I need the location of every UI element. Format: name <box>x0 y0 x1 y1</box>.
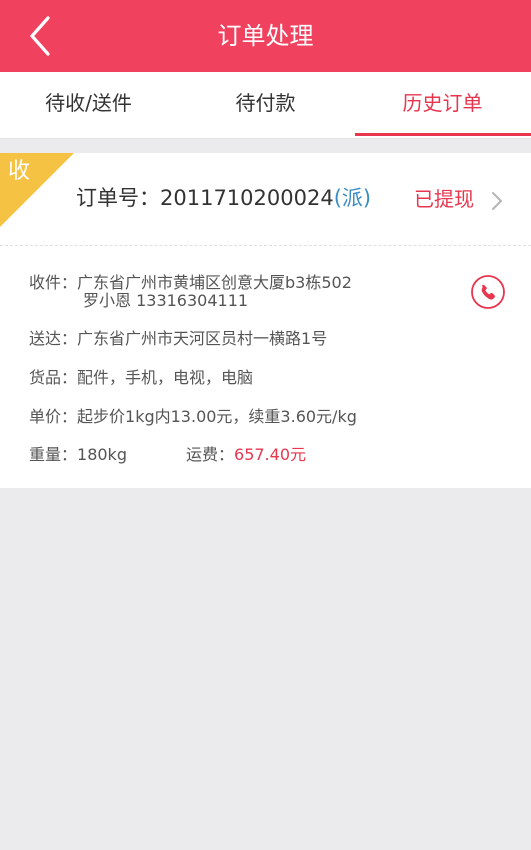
tab-order-history[interactable]: 历史订单 <box>354 72 531 138</box>
price-label: 单价： <box>29 407 78 426</box>
chevron-right-icon <box>490 190 504 212</box>
tab-bar: 待收/送件 待付款 历史订单 <box>0 72 531 139</box>
freight-label: 运费： <box>186 445 235 464</box>
freight-value: 657.40元 <box>234 445 307 464</box>
freight-line: 运费：657.40元 <box>186 444 306 466</box>
weight-label: 重量： <box>29 445 78 464</box>
phone-icon <box>471 275 505 309</box>
order-summary-row[interactable]: 订单号：2011710200024(派) 已提现 <box>0 153 531 245</box>
receiver-label: 收件： <box>29 273 78 292</box>
app-header: 订单处理 <box>0 0 531 72</box>
goods-value: 配件，手机，电视，电脑 <box>77 368 254 387</box>
price-value: 起步价1kg内13.00元，续重3.60元/kg <box>77 407 357 426</box>
active-tab-indicator <box>355 133 531 136</box>
deliver-address: 广东省广州市天河区员村一横路1号 <box>77 329 328 348</box>
page-title: 订单处理 <box>217 22 314 50</box>
order-card: 收 订单号：2011710200024(派) 已提现 收件：广东省广州市黄埔区创… <box>0 153 531 488</box>
order-number-label: 订单号： <box>76 186 160 210</box>
call-button[interactable] <box>470 274 506 310</box>
deliver-line: 送达：广东省广州市天河区员村一横路1号 <box>29 328 327 350</box>
order-number: 订单号：2011710200024(派) <box>76 183 371 213</box>
goods-line: 货品：配件，手机，电视，电脑 <box>29 367 253 389</box>
order-status: 已提现 <box>414 187 474 211</box>
order-type: (派) <box>333 186 372 210</box>
deliver-label: 送达： <box>29 329 78 348</box>
tab-pending-payment[interactable]: 待付款 <box>177 72 354 138</box>
receiver-contact: 罗小恩 13316304111 <box>83 291 249 310</box>
weight-line: 重量：180kg <box>29 444 127 466</box>
price-line: 单价：起步价1kg内13.00元，续重3.60元/kg <box>29 406 357 428</box>
goods-label: 货品： <box>29 368 78 387</box>
tab-pending-pickup[interactable]: 待收/送件 <box>0 72 177 138</box>
weight-value: 180kg <box>77 445 127 464</box>
divider <box>0 245 531 246</box>
order-number-value: 2011710200024 <box>160 186 334 210</box>
